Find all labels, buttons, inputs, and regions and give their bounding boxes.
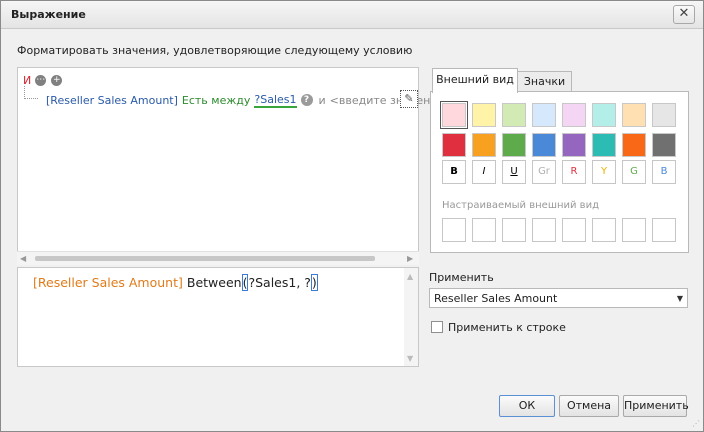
expression-field: [Reseller Sales Amount] [33,275,183,290]
apply-to-row-label[interactable]: Применить к строке [448,321,566,334]
apply-to-label: Применить [429,271,494,284]
text-style-button[interactable]: Y [592,160,616,184]
expression-function: Between [186,275,242,290]
apply-to-row-checkbox[interactable] [431,321,443,333]
color-swatch[interactable] [442,133,466,157]
custom-appearance-label: Настраиваемый внешний вид [442,200,599,211]
text-style-button[interactable]: B [442,160,466,184]
expression-text: [Reseller Sales Amount] Between(?Sales1,… [33,274,318,291]
vertical-scrollbar[interactable]: ▲ ▼ [404,268,418,366]
condition-tree-panel: И ⋯ + [Reseller Sales Amount] Есть между… [17,67,453,265]
appearance-panel: B I U Gr R Y G B Настраиваемый внешний вид [430,91,689,253]
ok-button[interactable]: ОК [499,395,555,417]
color-swatch[interactable] [472,133,496,157]
text-style-button[interactable]: R [562,160,586,184]
color-swatch[interactable] [440,101,468,129]
color-swatch[interactable] [592,103,616,127]
tab-icons[interactable]: Значки [517,71,572,92]
scroll-right-icon[interactable]: ▶ [407,254,413,263]
tab-appearance[interactable]: Внешний вид [432,68,518,93]
scroll-thumb[interactable] [35,256,375,261]
expression-close-paren: ) [310,274,318,291]
cancel-button[interactable]: Отмена [559,395,619,417]
color-swatch[interactable] [562,103,586,127]
color-swatch[interactable] [532,103,556,127]
color-swatch[interactable] [502,103,526,127]
more-options-icon[interactable]: ⋯ [35,74,47,86]
group-row: И ⋯ + [23,73,67,87]
color-swatch[interactable] [592,133,616,157]
edit-icon[interactable]: ✎ [400,90,418,108]
color-swatch[interactable] [502,133,526,157]
text-style-button[interactable]: Gr [532,160,556,184]
text-style-button[interactable]: G [622,160,646,184]
condition-caption: Форматировать значения, удовлетворяющие … [17,44,413,57]
color-swatch[interactable] [622,103,646,127]
scroll-left-icon[interactable]: ◀ [20,254,26,263]
condition-param-sales1[interactable]: ?Sales1 [254,93,297,108]
custom-appearance-slot[interactable] [562,218,586,242]
scroll-up-icon[interactable]: ▲ [407,272,413,281]
add-condition-icon[interactable]: + [51,74,63,86]
expression-dialog: Выражение ✕ Форматировать значения, удов… [0,0,704,432]
scroll-down-icon[interactable]: ▼ [407,354,413,363]
close-icon: ✕ [678,6,690,21]
custom-appearance-slot[interactable] [472,218,496,242]
text-style-button[interactable]: I [472,160,496,184]
condition-operator[interactable]: Есть между [182,94,250,107]
color-swatch[interactable] [472,103,496,127]
apply-to-value: Reseller Sales Amount [434,292,558,305]
custom-appearance-slot[interactable] [592,218,616,242]
custom-appearance-slot[interactable] [502,218,526,242]
color-swatch[interactable] [652,133,676,157]
help-icon[interactable]: ? [300,94,313,106]
text-style-button[interactable]: B [652,160,676,184]
close-button[interactable]: ✕ [673,5,695,24]
text-style-button[interactable]: U [502,160,526,184]
color-swatch[interactable] [622,133,646,157]
horizontal-scrollbar[interactable]: ◀ ▶ [17,251,419,265]
expression-args: ?Sales1, ? [248,275,311,290]
color-swatch[interactable] [532,133,556,157]
condition-row: [Reseller Sales Amount] Есть между ?Sale… [24,92,453,108]
chevron-down-icon[interactable]: ▼ [677,294,683,303]
title-bar: Выражение ✕ [1,1,703,29]
dialog-title: Выражение [11,8,86,21]
custom-appearance-slot[interactable] [532,218,556,242]
between-and-word: и [318,93,326,107]
condition-field[interactable]: [Reseller Sales Amount] [46,94,178,107]
custom-appearance-slot[interactable] [652,218,676,242]
custom-appearance-slot[interactable] [622,218,646,242]
resize-grip-icon[interactable]: ⋰ [692,419,700,428]
apply-button[interactable]: Применить [623,395,689,417]
color-swatch[interactable] [562,133,586,157]
custom-appearance-slot[interactable] [442,218,466,242]
apply-to-select[interactable]: Reseller Sales Amount ▼ [429,288,688,308]
expression-editor[interactable]: [Reseller Sales Amount] Between(?Sales1,… [17,267,419,367]
group-operator-and[interactable]: И [23,74,31,87]
color-swatch[interactable] [652,103,676,127]
